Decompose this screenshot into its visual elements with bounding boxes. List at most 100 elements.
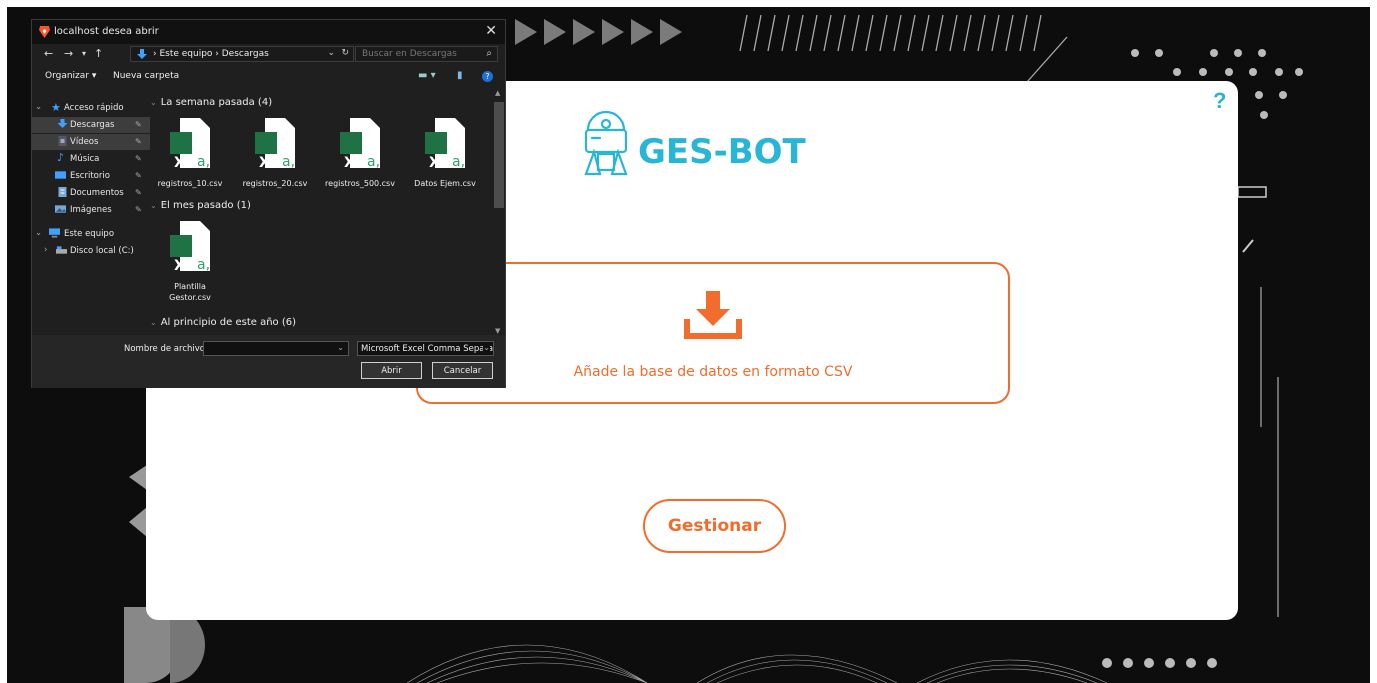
expand-chevron-icon[interactable]: ⌄	[35, 228, 42, 238]
refresh-icon[interactable]: ↻	[341, 48, 349, 58]
cancelar-button[interactable]: Cancelar	[432, 362, 493, 379]
help-icon[interactable]: ?	[1213, 88, 1226, 114]
sidebar-item-escritorio[interactable]: Escritorio ✎	[32, 168, 150, 184]
collapse-chevron-icon: ⌄	[150, 201, 157, 210]
pictures-folder-icon	[55, 205, 66, 213]
close-icon[interactable]: ✕	[485, 23, 497, 39]
music-folder-icon: ♪	[57, 151, 65, 164]
group-label: La semana pasada (4)	[160, 97, 273, 108]
expand-chevron-icon[interactable]: ›	[44, 245, 47, 255]
sidebar-label: Vídeos	[70, 137, 99, 147]
sidebar-label: Acceso rápido	[64, 103, 124, 113]
sidebar-item-videos[interactable]: Vídeos ✎	[32, 134, 150, 150]
abrir-button[interactable]: Abrir	[361, 362, 422, 379]
pin-icon: ✎	[135, 205, 142, 214]
sidebar-label: Descargas	[70, 120, 115, 130]
file-list: ⌄ La semana pasada (4) X a, registros_10.…	[150, 95, 492, 333]
dialog-footer: Nombre de archivo: ⌄ Microsoft Excel Com…	[32, 335, 505, 388]
pin-icon: ✎	[135, 188, 142, 197]
chevron-down-icon: ⌄	[483, 343, 490, 352]
filetype-value: Microsoft Excel Comma Separa	[361, 344, 494, 354]
help-icon[interactable]: ?	[482, 71, 493, 82]
change-view-icon[interactable]: ▬ ▾	[418, 70, 436, 81]
excel-x-letter: X	[174, 258, 185, 274]
drive-icon	[56, 246, 67, 254]
filename-label: Nombre de archivo:	[124, 344, 208, 354]
pin-icon: ✎	[135, 137, 142, 146]
group-label: Al principio de este año (6)	[160, 317, 296, 328]
sidebar-label: Disco local (C:)	[70, 246, 134, 256]
back-icon[interactable]: ←	[44, 47, 53, 60]
star-icon: ★	[51, 101, 61, 114]
excel-a-letter: a,	[197, 154, 211, 170]
desktop-folder-icon	[55, 171, 66, 179]
group-header-ano[interactable]: ⌄ Al principio de este año (6)	[150, 317, 488, 328]
dialog-toolbar: Organizar ▾ Nueva carpeta ▬ ▾ ▮ ?	[32, 66, 505, 88]
sidebar-item-descargas[interactable]: Descargas ✎	[32, 117, 150, 133]
video-folder-icon	[58, 136, 67, 146]
filename-input[interactable]: ⌄	[203, 341, 349, 356]
sidebar-item-musica[interactable]: ♪ Música ✎	[32, 151, 150, 167]
file-name: Datos Ejem.csv	[414, 179, 476, 188]
excel-a-letter: a,	[282, 154, 296, 170]
search-placeholder: Buscar en Descargas	[362, 49, 457, 59]
path-dropdown-icon[interactable]: ⌄	[327, 48, 335, 58]
file-name: Plantilla Gestor.csv	[169, 282, 211, 302]
sidebar-item-imagenes[interactable]: Imágenes ✎	[32, 202, 150, 218]
excel-a-letter: a,	[197, 257, 211, 273]
brave-browser-icon	[39, 26, 50, 38]
breadcrumb: › Este equipo › Descargas	[153, 49, 269, 59]
excel-x-letter: X	[429, 155, 440, 171]
filetype-select[interactable]: Microsoft Excel Comma Separa ⌄	[357, 341, 494, 356]
pin-icon: ✎	[135, 154, 142, 163]
sidebar-item-disco-local[interactable]: › Disco local (C:)	[32, 243, 150, 259]
navigation-bar: ← → ▾ ↑ › Este equipo › Descargas ⌄ ↻ Bu…	[32, 44, 505, 66]
download-folder-icon	[57, 119, 68, 128]
chevron-down-icon[interactable]: ⌄	[337, 343, 344, 352]
nueva-carpeta-button[interactable]: Nueva carpeta	[113, 71, 179, 81]
forward-icon[interactable]: →	[64, 47, 73, 60]
group-header-semana[interactable]: ⌄ La semana pasada (4)	[150, 97, 488, 108]
sidebar-label: Imágenes	[70, 205, 112, 215]
navigation-pane: ⌄ ★ Acceso rápido Descargas ✎ Vídeos ✎ ♪…	[32, 95, 150, 335]
file-name: registros_20.csv	[242, 179, 308, 188]
file-name: registros_10.csv	[157, 179, 223, 188]
gestionar-button[interactable]: Gestionar	[643, 499, 786, 553]
search-icon: ⌕	[486, 48, 492, 59]
group-header-mes[interactable]: ⌄ El mes pasado (1)	[150, 200, 488, 211]
address-bar[interactable]: › Este equipo › Descargas ⌄ ↻	[130, 46, 354, 62]
search-input[interactable]: Buscar en Descargas ⌕	[355, 46, 498, 62]
excel-x-letter: X	[259, 155, 270, 171]
sidebar-item-acceso-rapido[interactable]: ⌄ ★ Acceso rápido	[32, 100, 150, 116]
collapse-chevron-icon: ⌄	[150, 318, 157, 327]
organizar-menu[interactable]: Organizar ▾	[45, 71, 96, 81]
computer-icon	[49, 228, 60, 238]
excel-x-letter: X	[344, 155, 355, 171]
scrollbar-thumb[interactable]	[494, 102, 504, 208]
excel-a-letter: a,	[452, 154, 466, 170]
excel-a-letter: a,	[367, 154, 381, 170]
file-open-dialog: localhost desea abrir ✕ ← → ▾ ↑ › Este e…	[31, 19, 506, 388]
scroll-up-icon[interactable]: ▲	[495, 89, 500, 97]
pin-icon: ✎	[135, 171, 142, 180]
file-name: registros_500.csv	[325, 179, 395, 188]
documents-folder-icon	[58, 187, 67, 197]
dialog-title-bar: localhost desea abrir ✕	[32, 20, 505, 44]
sidebar-item-documentos[interactable]: Documentos ✎	[32, 185, 150, 201]
recent-locations-icon[interactable]: ▾	[82, 49, 86, 58]
download-icon	[684, 291, 742, 339]
sidebar-item-este-equipo[interactable]: ⌄ Este equipo	[32, 226, 150, 242]
sidebar-label: Música	[70, 154, 100, 164]
sidebar-label: Escritorio	[70, 171, 110, 181]
sidebar-label: Este equipo	[64, 229, 115, 239]
up-icon[interactable]: ↑	[94, 47, 103, 60]
download-folder-icon	[137, 49, 147, 59]
collapse-chevron-icon: ⌄	[150, 98, 157, 107]
expand-chevron-icon[interactable]: ⌄	[35, 102, 42, 112]
scroll-down-icon[interactable]: ▼	[495, 327, 500, 335]
group-label: El mes pasado (1)	[160, 200, 251, 211]
pin-icon: ✎	[135, 120, 142, 129]
preview-pane-icon[interactable]: ▮	[457, 70, 463, 81]
dialog-title: localhost desea abrir	[54, 26, 159, 37]
file-list-scrollbar[interactable]: ▲ ▼	[493, 89, 505, 335]
